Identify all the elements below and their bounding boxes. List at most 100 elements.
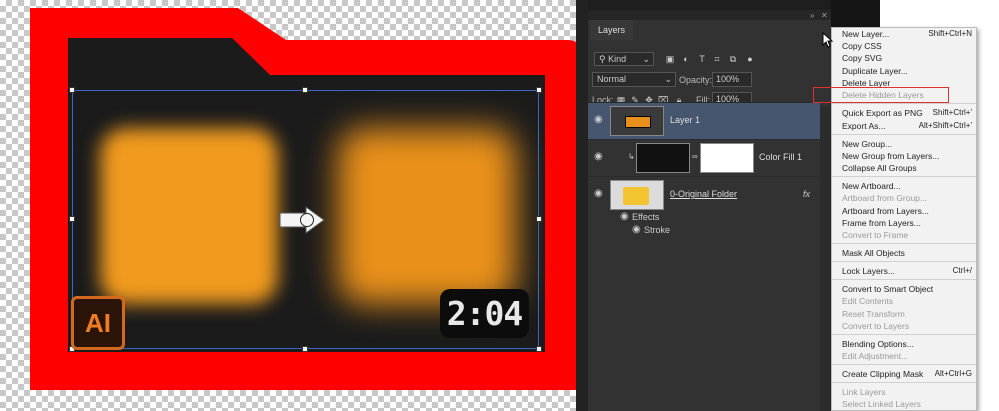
menu-item-collapse-all-groups[interactable]: Collapse All Groups bbox=[842, 162, 970, 174]
menu-item-label: Create Clipping Mask bbox=[842, 369, 924, 379]
opacity-field[interactable]: 100% bbox=[712, 72, 752, 87]
opacity-label: Opacity: bbox=[679, 75, 713, 85]
scrollbar[interactable] bbox=[820, 106, 831, 411]
menu-item-label: Select Linked Layers bbox=[842, 399, 921, 409]
menu-item-label: Copy SVG bbox=[842, 53, 883, 63]
menu-item-frame-from-layers[interactable]: Frame from Layers... bbox=[842, 217, 970, 229]
transform-handle[interactable] bbox=[536, 346, 542, 352]
layer-thumbnail bbox=[610, 180, 664, 210]
transform-handle[interactable] bbox=[302, 346, 308, 352]
layer-thumbnail bbox=[610, 106, 664, 136]
menu-item-edit-contents[interactable]: Edit Contents bbox=[842, 295, 970, 307]
shape-filter-icon[interactable]: ⌗ bbox=[712, 54, 722, 64]
menu-item-label: Collapse All Groups bbox=[842, 163, 917, 173]
menu-shortcut: Alt+Shift+Ctrl+' bbox=[918, 121, 972, 130]
menu-item-label: New Layer... bbox=[842, 29, 890, 39]
filter-toggle-icon[interactable]: ● bbox=[745, 54, 755, 64]
menu-separator bbox=[832, 243, 976, 244]
menu-item-label: Blending Options... bbox=[842, 339, 914, 349]
transform-handle[interactable] bbox=[536, 87, 542, 93]
menu-item-new-layer[interactable]: New Layer... Shift+Ctrl+N bbox=[842, 28, 972, 40]
menu-item-reset-transform[interactable]: Reset Transform bbox=[842, 308, 970, 320]
menu-item-lock-layers[interactable]: Lock Layers... Ctrl+/ bbox=[842, 265, 972, 277]
menu-separator bbox=[832, 334, 976, 335]
visibility-eye-icon[interactable]: ◉ bbox=[632, 225, 642, 235]
search-icon: ⚲ bbox=[599, 54, 609, 64]
chevron-down-icon: ⌄ bbox=[664, 74, 672, 84]
panel-title-bar bbox=[588, 10, 831, 20]
menu-shortcut: Alt+Ctrl+G bbox=[934, 369, 972, 378]
blend-mode-select[interactable]: Normal ⌄ bbox=[592, 72, 676, 87]
opacity-value: 100% bbox=[716, 74, 740, 84]
smart-object-filter-icon[interactable]: ⧉ bbox=[728, 54, 738, 64]
pixel-layer-filter-icon[interactable]: ▣ bbox=[665, 54, 675, 64]
menu-item-label: Convert to Smart Object bbox=[842, 284, 934, 294]
menu-item-create-clipping-mask[interactable]: Create Clipping Mask Alt+Ctrl+G bbox=[842, 368, 972, 380]
close-icon[interactable]: ✕ bbox=[821, 11, 828, 20]
collapse-icon[interactable]: » bbox=[810, 11, 814, 20]
stroke-effect-label: Stroke bbox=[644, 225, 671, 235]
layer-thumbnail bbox=[636, 143, 690, 173]
menu-item-copy-svg[interactable]: Copy SVG bbox=[842, 52, 970, 64]
transform-handle[interactable] bbox=[302, 87, 308, 93]
document-canvas[interactable]: AI 2:04 bbox=[0, 0, 585, 411]
transform-handle[interactable] bbox=[536, 216, 542, 222]
effects-label: Effects bbox=[632, 212, 660, 222]
visibility-eye-icon[interactable]: ◉ bbox=[594, 189, 604, 199]
menu-item-edit-adjustment[interactable]: Edit Adjustment... bbox=[842, 350, 970, 362]
visibility-eye-icon[interactable]: ◉ bbox=[594, 115, 604, 125]
menu-item-new-artboard[interactable]: New Artboard... bbox=[842, 180, 970, 192]
menu-item-mask-all-objects[interactable]: Mask All Objects bbox=[842, 247, 970, 259]
menu-shortcut: Shift+Ctrl+' bbox=[932, 108, 972, 117]
clip-indicator-icon: ↳ bbox=[628, 152, 635, 161]
menu-item-label: Convert to Layers bbox=[842, 321, 910, 331]
layer-row[interactable]: ◉ ↳ ∞ Color Fill 1 bbox=[588, 139, 820, 176]
menu-item-duplicate-layer[interactable]: Duplicate Layer... bbox=[842, 65, 970, 77]
menu-item-export-as[interactable]: Export As... Alt+Shift+Ctrl+' bbox=[842, 120, 972, 132]
menu-item-select-linked-layers[interactable]: Select Linked Layers bbox=[842, 398, 970, 410]
menu-item-label: Artboard from Layers... bbox=[842, 206, 929, 216]
menu-item-convert-to-frame[interactable]: Convert to Frame bbox=[842, 229, 970, 241]
menu-item-copy-css[interactable]: Copy CSS bbox=[842, 40, 970, 52]
adjustment-filter-icon[interactable]: ◐ bbox=[681, 54, 691, 64]
link-icon[interactable]: ∞ bbox=[692, 152, 698, 161]
menu-shortcut: Shift+Ctrl+N bbox=[928, 29, 972, 38]
tab-layers[interactable]: Layers bbox=[590, 20, 634, 40]
menu-item-new-group-from-layers[interactable]: New Group from Layers... bbox=[842, 150, 970, 162]
menu-separator bbox=[832, 261, 976, 262]
layer-name[interactable]: 0-Original Folder bbox=[670, 189, 737, 199]
layer-name[interactable]: Color Fill 1 bbox=[759, 152, 802, 162]
menu-item-new-group[interactable]: New Group... bbox=[842, 138, 970, 150]
menu-item-label: Edit Adjustment... bbox=[842, 351, 909, 361]
menu-separator bbox=[832, 176, 976, 177]
menu-item-link-layers[interactable]: Link Layers bbox=[842, 386, 970, 398]
duration-badge: 2:04 bbox=[440, 289, 529, 338]
menu-item-convert-to-smart-object[interactable]: Convert to Smart Object bbox=[842, 283, 970, 295]
transform-handle[interactable] bbox=[69, 87, 75, 93]
menu-item-quick-export-png[interactable]: Quick Export as PNG Shift+Ctrl+' bbox=[842, 107, 972, 119]
folder-thumbnail-icon bbox=[623, 187, 649, 205]
menu-item-label: Reset Transform bbox=[842, 309, 905, 319]
menu-separator bbox=[832, 364, 976, 365]
menu-item-label: Link Layers bbox=[842, 387, 886, 397]
visibility-eye-icon[interactable]: ◉ bbox=[620, 212, 630, 222]
menu-item-label: Lock Layers... bbox=[842, 266, 895, 276]
layers-panel: » ✕ Layers ⚲ Kind ⌄ ▣ ◐ T ⌗ ⧉ ● Normal ⌄… bbox=[588, 10, 831, 411]
filter-kind-select[interactable]: ⚲ Kind ⌄ bbox=[594, 52, 654, 66]
visibility-eye-icon[interactable]: ◉ bbox=[594, 152, 604, 162]
menu-item-label: Copy CSS bbox=[842, 41, 882, 51]
menu-item-convert-to-layers[interactable]: Convert to Layers bbox=[842, 320, 970, 332]
layer-row[interactable]: ◉ Layer 1 bbox=[588, 102, 820, 139]
menu-item-blending-options[interactable]: Blending Options... bbox=[842, 338, 970, 350]
menu-separator bbox=[832, 382, 976, 383]
menu-item-artboard-from-layers[interactable]: Artboard from Layers... bbox=[842, 205, 970, 217]
menu-item-artboard-from-group[interactable]: Artboard from Group... bbox=[842, 192, 970, 204]
type-filter-icon[interactable]: T bbox=[697, 54, 707, 64]
blend-mode-value: Normal bbox=[597, 74, 627, 84]
layer-row[interactable]: ◉ 0-Original Folder fx bbox=[588, 176, 820, 213]
mask-thumbnail[interactable] bbox=[700, 143, 754, 173]
layer-name[interactable]: Layer 1 bbox=[670, 115, 700, 125]
mouse-cursor-icon bbox=[822, 32, 834, 48]
effects-fx-icon[interactable]: fx bbox=[803, 189, 810, 199]
transform-handle[interactable] bbox=[69, 216, 75, 222]
